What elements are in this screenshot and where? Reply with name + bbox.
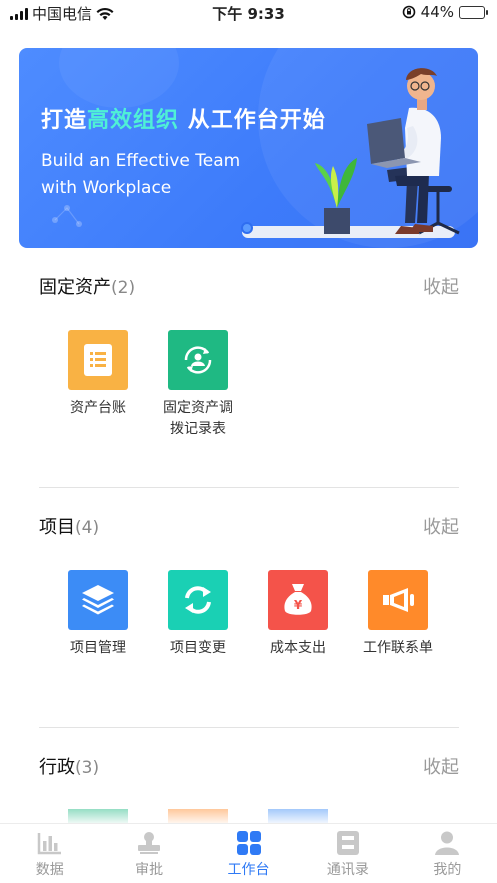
stamp-icon (138, 832, 161, 854)
rotation-lock-icon (402, 5, 415, 19)
app-label: 资产台账 (70, 400, 126, 416)
section-header-fixed-assets: 固定资产(2) 收起 (39, 271, 459, 301)
app-project-change[interactable]: 项目变更 (148, 570, 248, 659)
app-fixed-asset-transfer[interactable]: 固定资产调 拨记录表 (148, 330, 248, 440)
app-cost-expense[interactable]: ¥ 成本支出 (248, 570, 348, 659)
money-bag-icon: ¥ (268, 570, 328, 630)
user-icon (435, 831, 460, 855)
app-label: 成本支出 (270, 640, 326, 656)
app-label: 项目管理 (70, 640, 126, 656)
tab-contacts[interactable]: 通讯录 (298, 824, 397, 883)
collapse-button[interactable]: 收起 (423, 273, 459, 299)
app-label: 项目变更 (170, 640, 226, 656)
section-title: 行政(3) (39, 757, 100, 778)
refresh-icon (168, 570, 228, 630)
megaphone-icon (368, 570, 428, 630)
app-label: 工作联系单 (363, 640, 433, 656)
app-label: 固定资产调 拨记录表 (163, 400, 233, 437)
layers-icon (68, 570, 128, 630)
tab-label: 审批 (135, 862, 164, 878)
collapse-button[interactable]: 收起 (423, 513, 459, 539)
tab-approval[interactable]: 审批 (99, 824, 198, 883)
tab-label: 我的 (433, 862, 462, 878)
bottom-tab-bar: 数据 审批 工作台 通讯录 我的 (0, 823, 497, 883)
app-asset-ledger[interactable]: 资产台账 (48, 330, 148, 419)
tab-me[interactable]: 我的 (398, 824, 497, 883)
ledger-icon (68, 330, 128, 390)
status-bar: 中国电信 下午 9:33 44% (0, 0, 497, 26)
promo-banner[interactable]: 打造高效组织 从工作台开始 Build an Effective Team wi… (19, 48, 478, 248)
tab-workbench[interactable]: 工作台 (199, 824, 298, 883)
collapse-button[interactable]: 收起 (423, 753, 459, 779)
banner-subtitle: Build an Effective Team with Workplace (41, 151, 241, 198)
battery-percent: 44% (420, 3, 454, 21)
carousel-indicator[interactable] (241, 222, 253, 234)
section-divider (39, 487, 459, 488)
section-title: 固定资产(2) (39, 277, 136, 298)
app-project-management[interactable]: 项目管理 (48, 570, 148, 659)
tab-label: 数据 (35, 862, 64, 878)
svg-text:¥: ¥ (294, 598, 303, 612)
section-divider (39, 727, 459, 728)
network-decoration-icon (52, 205, 82, 227)
chart-icon (37, 833, 61, 855)
tab-label: 工作台 (227, 862, 270, 878)
battery-icon (459, 5, 488, 19)
person-with-laptop-illustration (315, 68, 460, 235)
transfer-icon (168, 330, 228, 390)
section-header-projects: 项目(4) 收起 (39, 511, 459, 541)
banner-title: 打造高效组织 从工作台开始 (41, 108, 326, 133)
section-title: 项目(4) (39, 517, 100, 538)
grid-icon (236, 831, 261, 855)
tab-label: 通讯录 (326, 862, 369, 878)
contacts-icon (336, 831, 359, 855)
section-header-administration: 行政(3) 收起 (39, 751, 459, 781)
tab-data[interactable]: 数据 (0, 824, 99, 883)
app-work-contact-form[interactable]: 工作联系单 (348, 570, 448, 659)
